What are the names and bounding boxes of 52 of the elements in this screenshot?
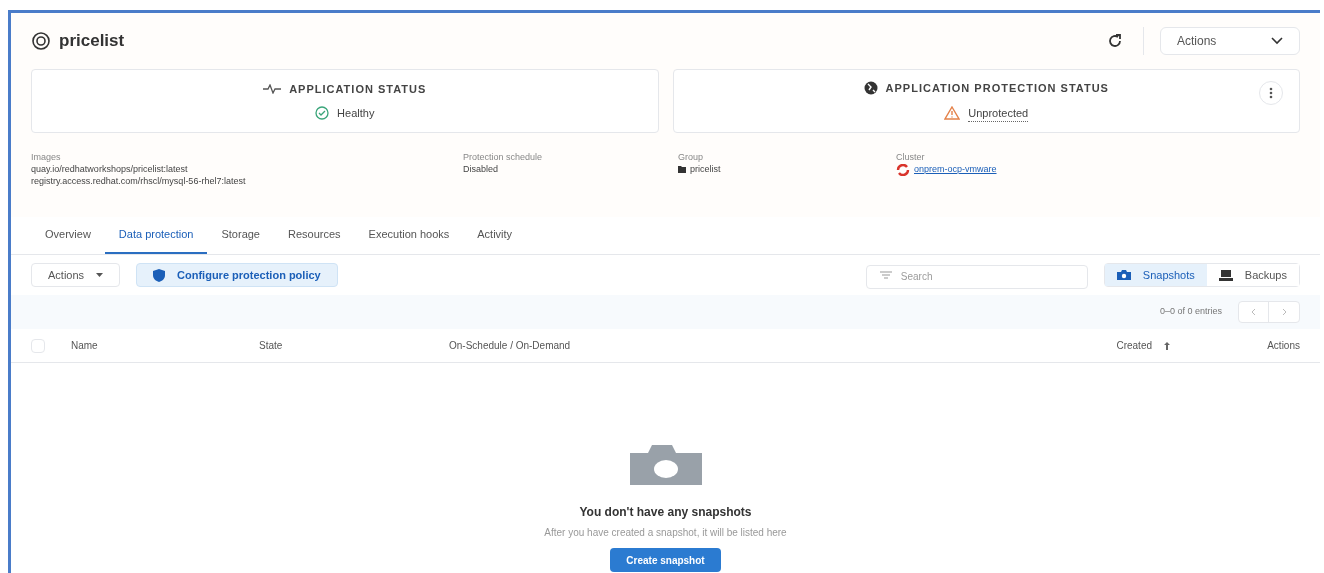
camera-icon bbox=[629, 445, 702, 485]
column-header[interactable]: Name bbox=[71, 338, 259, 353]
detail-label: Protection schedule bbox=[463, 151, 544, 163]
filter-icon bbox=[879, 271, 892, 279]
chevron-down-icon bbox=[1271, 37, 1283, 45]
status-card-title: APPLICATION STATUS bbox=[289, 81, 427, 97]
configure-policy-button[interactable]: Configure protection policy bbox=[136, 263, 338, 287]
kebab-icon bbox=[1269, 87, 1273, 99]
folder-icon bbox=[678, 166, 686, 174]
shield-icon bbox=[153, 268, 166, 282]
cluster-link[interactable]: onprem-ocp-vmware bbox=[914, 163, 997, 177]
column-header[interactable]: Created bbox=[1116, 338, 1152, 353]
status-card-title: APPLICATION PROTECTION STATUS bbox=[885, 81, 1109, 96]
camera-icon bbox=[1116, 270, 1131, 280]
caret-down-icon bbox=[96, 273, 104, 277]
detail-label: Group bbox=[678, 151, 704, 163]
pulse-icon bbox=[263, 83, 282, 94]
search-field[interactable]: Search bbox=[865, 264, 1088, 289]
tab[interactable]: Storage bbox=[207, 216, 274, 254]
create-snapshot-button[interactable]: Create snapshot bbox=[610, 548, 721, 572]
pagination-text: 0–0 of 0 entries bbox=[1159, 305, 1222, 319]
chevron-left-icon bbox=[1251, 308, 1256, 316]
detail-label: Cluster bbox=[896, 151, 926, 163]
tab[interactable]: Overview bbox=[31, 216, 105, 254]
tab[interactable]: Resources bbox=[274, 216, 355, 254]
column-header: Actions bbox=[1266, 339, 1300, 353]
detail-value: registry.access.redhat.com/rhscl/mysql-56-rhel7:latest bbox=[31, 175, 247, 187]
actions-dropdown[interactable]: Actions bbox=[31, 263, 121, 287]
column-header[interactable]: State bbox=[259, 338, 449, 353]
detail-value: pricelist bbox=[690, 163, 721, 176]
empty-state-title: You don't have any snapshots bbox=[579, 504, 752, 521]
check-circle-icon bbox=[315, 106, 330, 121]
spiral-logo-icon bbox=[31, 31, 51, 51]
detail-label: Images bbox=[31, 151, 62, 163]
status-text: Healthy bbox=[337, 106, 375, 121]
select-all-checkbox[interactable] bbox=[31, 338, 45, 353]
laptop-icon bbox=[1218, 269, 1233, 281]
view-toggle[interactable]: Snapshots bbox=[1104, 264, 1207, 286]
detail-value: quay.io/redhatworkshops/pricelist:latest bbox=[31, 163, 189, 175]
sort-arrow-icon bbox=[1164, 341, 1170, 350]
cycle-icon bbox=[896, 163, 910, 176]
actions-dropdown[interactable]: Actions bbox=[1160, 27, 1300, 55]
chevron-right-icon bbox=[1281, 308, 1287, 316]
tab[interactable]: Activity bbox=[463, 216, 527, 254]
warning-icon bbox=[944, 106, 961, 121]
app-title: pricelist bbox=[59, 30, 125, 53]
refresh-icon bbox=[1107, 33, 1123, 49]
status-text: Unprotected bbox=[968, 104, 1029, 122]
detail-value: Disabled bbox=[463, 163, 500, 175]
column-header[interactable]: On-Schedule / On-Demand bbox=[449, 338, 1117, 353]
tab[interactable]: Execution hooks bbox=[354, 216, 464, 254]
empty-state-message: After you have created a snapshot, it will be listed here bbox=[544, 526, 787, 540]
